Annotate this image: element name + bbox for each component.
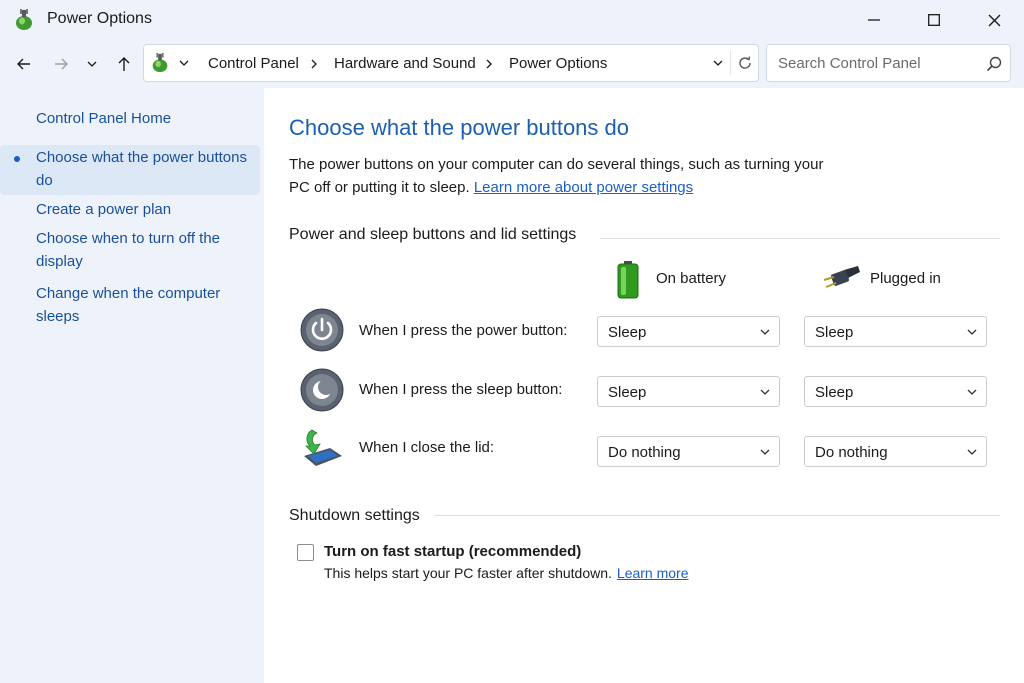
power-options-location-icon — [152, 52, 168, 73]
fast-startup-checkbox[interactable] — [297, 544, 314, 561]
battery-icon — [617, 261, 639, 299]
chevron-down-icon — [967, 389, 977, 395]
chevron-down-icon — [760, 389, 770, 395]
chevron-down-icon — [760, 449, 770, 455]
minimize-button[interactable] — [844, 0, 904, 40]
navigation-bar: Control Panel Hardware and Sound Power O… — [0, 40, 1024, 88]
maximize-button[interactable] — [904, 0, 964, 40]
close-button[interactable] — [964, 0, 1024, 40]
section-heading-buttons: Power and sleep buttons and lid settings — [289, 226, 577, 243]
minimize-icon — [868, 19, 880, 21]
search-icon[interactable] — [985, 55, 1003, 73]
chevron-down-icon[interactable] — [710, 55, 726, 71]
window-title: Power Options — [47, 10, 152, 27]
sidebar: Control Panel Home Choose what the power… — [0, 88, 264, 683]
maximize-icon — [928, 14, 940, 26]
title-bar: Power Options — [0, 0, 1024, 40]
fast-startup-learn-more-link[interactable]: Learn more — [617, 565, 689, 581]
sidebar-item-computer-sleeps[interactable]: Change when the computer sleeps — [36, 282, 251, 328]
select-value: Sleep — [608, 324, 647, 341]
chevron-right-icon[interactable] — [483, 57, 495, 71]
row-label-sleep-button: When I press the sleep button: — [359, 381, 563, 398]
close-lid-battery-select[interactable]: Do nothing — [597, 436, 780, 467]
chevron-down-icon — [760, 329, 770, 335]
power-button-icon — [300, 308, 344, 352]
row-label-power-button: When I press the power button: — [359, 322, 568, 339]
column-header-plugged-in: Plugged in — [870, 270, 941, 287]
breadcrumb-power-options[interactable]: Power Options — [509, 55, 607, 72]
forward-button[interactable] — [49, 52, 73, 76]
arrow-left-icon — [17, 58, 30, 70]
page-description: The power buttons on your computer can d… — [289, 153, 829, 199]
address-divider — [730, 51, 731, 75]
fast-startup-help: This helps start your PC faster after sh… — [324, 565, 689, 581]
sidebar-item-turn-off-display[interactable]: Choose when to turn off the display — [36, 227, 251, 273]
chevron-down-icon — [87, 61, 97, 67]
fast-startup-help-text: This helps start your PC faster after sh… — [324, 565, 612, 581]
refresh-icon[interactable] — [736, 54, 754, 72]
learn-more-power-settings-link[interactable]: Learn more about power settings — [474, 179, 693, 196]
row-label-close-lid: When I close the lid: — [359, 439, 495, 456]
chevron-down-icon — [967, 449, 977, 455]
fast-startup-label[interactable]: Turn on fast startup (recommended) — [324, 543, 581, 560]
arrow-up-icon — [118, 57, 130, 71]
arrow-right-icon — [55, 58, 68, 70]
select-value: Sleep — [608, 384, 647, 401]
recent-locations-button[interactable] — [82, 52, 102, 76]
select-value: Do nothing — [815, 444, 888, 461]
power-button-battery-select[interactable]: Sleep — [597, 316, 780, 347]
select-value: Sleep — [815, 324, 854, 341]
sidebar-item-choose-power-buttons[interactable]: Choose what the power buttons do — [36, 146, 251, 192]
select-value: Do nothing — [608, 444, 681, 461]
section-divider — [600, 238, 1000, 239]
select-value: Sleep — [815, 384, 854, 401]
close-lid-plugged-select[interactable]: Do nothing — [804, 436, 987, 467]
search-box[interactable] — [766, 44, 1011, 82]
chevron-down-icon — [967, 329, 977, 335]
sleep-button-plugged-select[interactable]: Sleep — [804, 376, 987, 407]
section-heading-shutdown: Shutdown settings — [289, 507, 420, 524]
power-button-plugged-select[interactable]: Sleep — [804, 316, 987, 347]
section-divider — [434, 515, 1000, 516]
sleep-button-icon — [300, 368, 344, 412]
plug-icon — [823, 266, 860, 288]
search-input[interactable] — [767, 45, 977, 81]
sidebar-item-create-power-plan[interactable]: Create a power plan — [36, 198, 251, 221]
laptop-lid-icon — [304, 429, 342, 466]
close-icon — [988, 14, 1000, 26]
chevron-right-icon[interactable] — [308, 57, 320, 71]
address-bar[interactable]: Control Panel Hardware and Sound Power O… — [143, 44, 759, 82]
sleep-button-battery-select[interactable]: Sleep — [597, 376, 780, 407]
active-bullet-icon — [14, 156, 20, 162]
breadcrumb-control-panel[interactable]: Control Panel — [208, 55, 299, 72]
breadcrumb-hardware-and-sound[interactable]: Hardware and Sound — [334, 55, 476, 72]
up-button[interactable] — [112, 52, 136, 76]
column-header-on-battery: On battery — [656, 270, 727, 287]
chevron-down-icon[interactable] — [176, 55, 192, 71]
back-button[interactable] — [12, 52, 36, 76]
page-title: Choose what the power buttons do — [289, 115, 630, 140]
power-options-app-icon — [16, 9, 32, 30]
main-content: Choose what the power buttons do The pow… — [264, 88, 1024, 683]
sidebar-item-control-panel-home[interactable]: Control Panel Home — [36, 107, 251, 130]
